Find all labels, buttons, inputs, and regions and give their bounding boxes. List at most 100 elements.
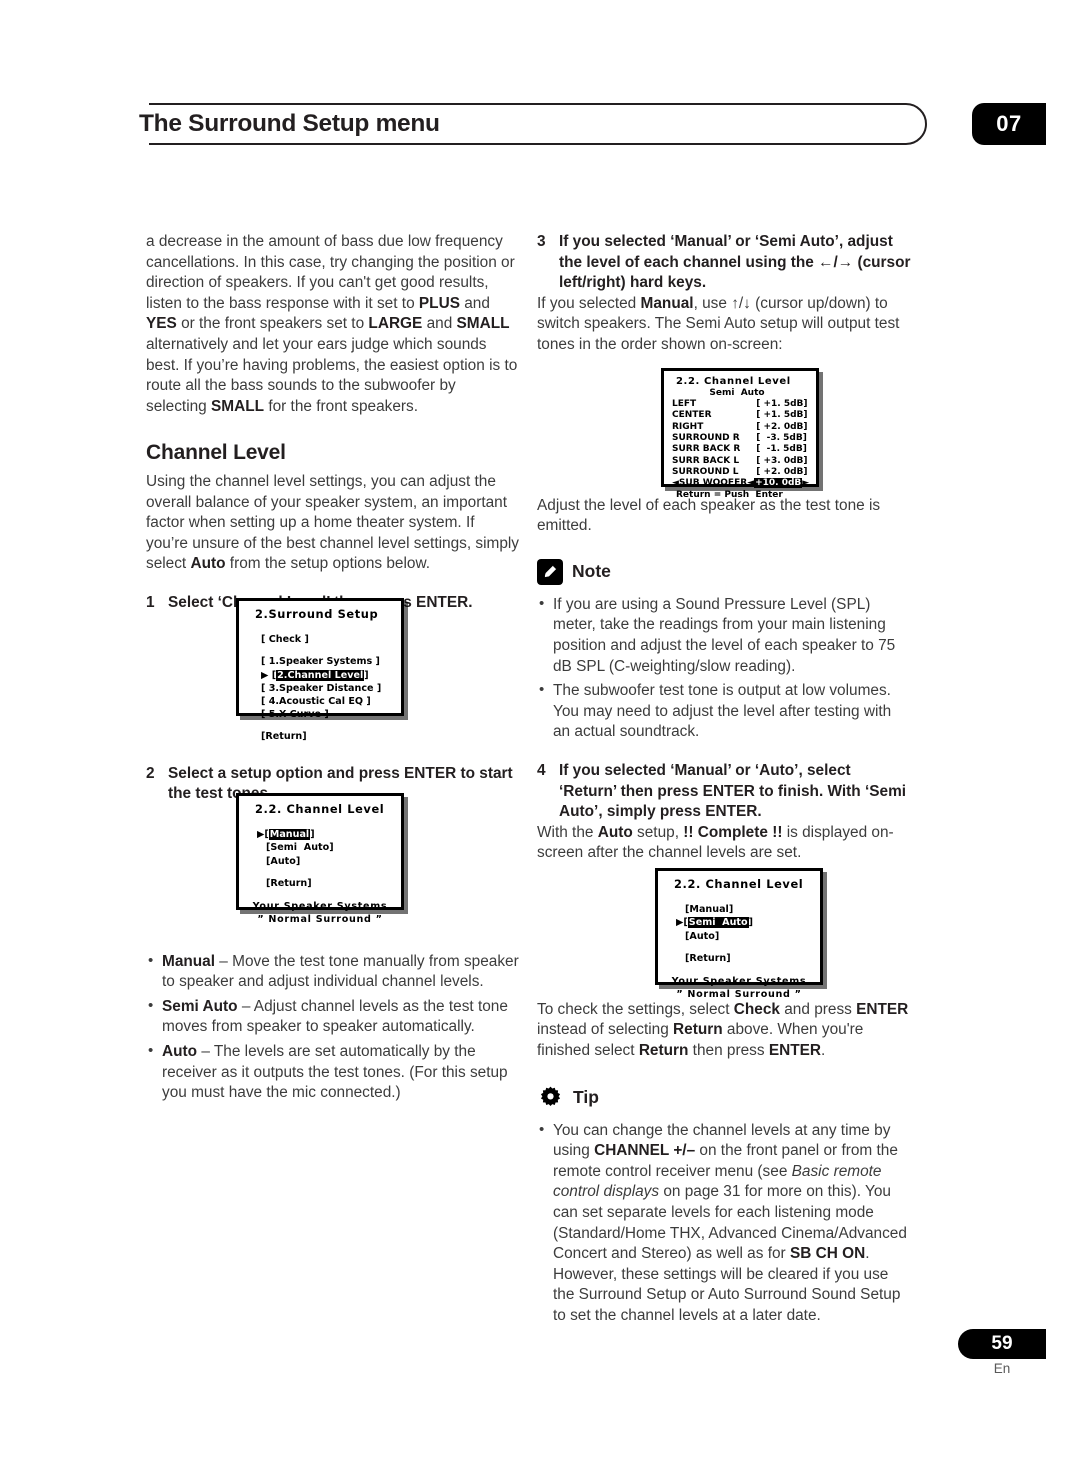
osd-mode-indicator: Semi Auto	[709, 387, 765, 398]
osd-semi-auto-levels-menu: 2.2. Channel Level Semi Auto LEFT [ +1. 5…	[661, 368, 819, 500]
step-3-body: If you selected Manual, use ↑/↓ (cursor …	[537, 294, 900, 353]
step-4: 4 If you selected ‘Manual’ or ‘Auto’, se…	[537, 761, 911, 823]
list-item: The subwoofer test tone is output at low…	[537, 680, 911, 743]
osd-title: 2.2. Channel Level	[255, 802, 385, 816]
table-row[interactable]: SURR BACK L [ +3. 0dB]	[672, 456, 816, 467]
channel-value: [ -3. 5dB]	[756, 433, 807, 444]
osd-channel-level-modes-menu: 2.2. Channel Level ▶[Manual] [Semi Auto]…	[236, 793, 404, 925]
osd-item-return[interactable]: [Return]	[261, 730, 401, 743]
osd-item-speaker-systems[interactable]: [ 1.Speaker Systems ]	[261, 655, 401, 668]
osd-footer-line2: ” Normal Surround ”	[676, 989, 802, 1001]
osd-mode-auto[interactable]: [Auto]	[676, 930, 820, 943]
channel-name: LEFT	[672, 399, 697, 410]
channel-value: [ -1. 5dB]	[756, 444, 807, 455]
osd-item-channel-level-label: 2.Channel Level	[276, 669, 365, 681]
chapter-badge: 07	[972, 103, 1046, 145]
osd-mode-manual-label: Manual	[689, 904, 729, 916]
osd-item-channel-level[interactable]: ▶ [2.Channel Level]	[261, 669, 401, 682]
tip-label: Tip	[573, 1086, 599, 1107]
osd-item-acoustic-cal-eq[interactable]: [ 4.Acoustic Cal EQ ]	[261, 695, 401, 708]
table-row[interactable]: LEFT [ +1. 5dB]	[672, 399, 816, 410]
channel-name: SURR BACK L	[672, 455, 740, 466]
list-item: Semi Auto – Adjust channel levels as the…	[146, 996, 520, 1038]
right-arrow-icon[interactable]: ►	[802, 478, 809, 488]
table-row[interactable]: RIGHT [ +2. 0dB]	[672, 422, 816, 433]
osd-mode-manual[interactable]: [Manual]	[676, 903, 820, 916]
table-row[interactable]: SURROUND L [ +2. 0dB]	[672, 467, 816, 478]
channel-value: [ +2. 0dB]	[756, 421, 808, 432]
osd-mode-auto-label: Auto	[689, 930, 715, 942]
page-number-badge: 59	[958, 1329, 1046, 1359]
header-pill: The Surround Setup menu	[123, 103, 927, 145]
osd-mode-semi-auto-label: Semi Auto	[270, 842, 330, 854]
osd-channel-level-semi-menu: 2.2. Channel Level [Manual] ▶[Semi Auto]…	[655, 868, 823, 1000]
osd-footer-line1: Your Speaker Systems	[671, 976, 807, 988]
channel-level-rows: LEFT [ +1. 5dB] CENTER [ +1. 5dB] RIGHT [ +2.…	[672, 399, 816, 478]
list-item: Auto – The levels are set automatically …	[146, 1041, 520, 1104]
step-3: 3 If you selected ‘Manual’ or ‘Semi Auto…	[537, 232, 911, 294]
channel-value: [ +2. 0dB]	[756, 466, 808, 477]
channel-name: SURR BACK R	[672, 444, 741, 455]
list-item: If you are using a Sound Pressure Level …	[537, 594, 911, 677]
osd-mode-semi-auto[interactable]: [Semi Auto]	[257, 841, 401, 854]
list-item: You can change the channel levels at any…	[537, 1120, 911, 1327]
osd-title: 2.2. Channel Level	[676, 376, 791, 387]
osd-mode-semi-auto-label: Semi Auto	[687, 917, 749, 929]
left-arrow-icon[interactable]: ◄	[672, 478, 679, 488]
osd-subwoofer-label: SUB WOOFER	[678, 478, 748, 489]
osd-mode-auto-label: Auto	[270, 855, 296, 867]
note-bullets: If you are using a Sound Pressure Level …	[537, 594, 911, 743]
osd-mode-manual[interactable]: ▶[Manual]	[257, 828, 401, 841]
osd-subwoofer-row[interactable]: ◄SUB WOOFER◄+10. 0dB►	[672, 478, 816, 490]
osd-mode-manual-label: Manual	[268, 829, 311, 841]
osd-title: 2.Surround Setup	[255, 607, 379, 621]
page-header: The Surround Setup menu	[123, 103, 927, 145]
gear-icon	[537, 1084, 564, 1111]
channel-name: RIGHT	[672, 421, 704, 432]
step-3-text: If you selected ‘Manual’ or ‘Semi Auto’,…	[559, 233, 911, 292]
tip-callout-header: Tip	[537, 1084, 911, 1111]
osd-footer-line1: Your Speaker Systems	[252, 901, 388, 913]
step-1-number: 1	[146, 593, 155, 611]
note-label: Note	[572, 561, 611, 582]
osd-mode-return[interactable]: [Return]	[257, 877, 401, 890]
list-item: Manual – Move the test tone manually fro…	[146, 951, 520, 993]
table-row[interactable]: SURR BACK R [ -1. 5dB]	[672, 444, 816, 455]
section-title-channel-level: Channel Level	[146, 441, 286, 465]
channel-name: SURROUND L	[672, 466, 739, 477]
channel-name: CENTER	[672, 410, 712, 421]
setup-option-bullets: Manual – Move the test tone manually fro…	[146, 951, 520, 1104]
osd-item-x-curve[interactable]: [ 5.X-Curve ]	[261, 708, 401, 721]
osd-footer-line2: ” Normal Surround ”	[257, 914, 383, 926]
step-4-number: 4	[537, 761, 546, 779]
step-3-number: 3	[537, 233, 546, 250]
osd-mode-auto[interactable]: [Auto]	[257, 855, 401, 868]
osd-mode-semi-auto[interactable]: ▶[Semi Auto]	[676, 916, 820, 929]
osd-item-speaker-distance[interactable]: [ 3.Speaker Distance ]	[261, 682, 401, 695]
channel-value: [ +1. 5dB]	[756, 399, 808, 410]
osd-item-check[interactable]: [ Check ]	[261, 633, 401, 646]
page-title: The Surround Setup menu	[139, 110, 440, 137]
page-language: En	[993, 1361, 1011, 1376]
pencil-icon	[537, 558, 563, 585]
osd-surround-setup-menu: 2.Surround Setup [ Check ] [ 1.Speaker S…	[236, 598, 404, 742]
osd-speaker-system-footer: Your Speaker Systems ” Normal Surround ”	[658, 975, 820, 1010]
osd-subwoofer-value: +10. 0dB	[754, 478, 803, 489]
channel-level-table: LEFT [ +1. 5dB] CENTER [ +1. 5dB] RIGHT [ +2.…	[672, 399, 816, 478]
channel-value: [ +1. 5dB]	[756, 410, 808, 421]
table-row[interactable]: SURROUND R [ -3. 5dB]	[672, 433, 816, 444]
step-4-text: If you selected ‘Manual’ or ‘Auto’, sele…	[559, 761, 907, 821]
channel-level-intro: Using the channel level settings, you ca…	[146, 472, 519, 573]
osd-mode-return[interactable]: [Return]	[676, 952, 820, 965]
osd-speaker-system-footer: Your Speaker Systems ” Normal Surround ”	[239, 900, 401, 935]
note-callout-header: Note	[537, 558, 911, 585]
channel-value: [ +3. 0dB]	[756, 455, 808, 466]
intro-paragraph: a decrease in the amount of bass due low…	[146, 233, 518, 415]
step-2-number: 2	[146, 764, 155, 782]
osd-title: 2.2. Channel Level	[674, 877, 804, 891]
table-row[interactable]: CENTER [ +1. 5dB]	[672, 410, 816, 421]
osd-return-hint: Return = Push Enter	[676, 489, 783, 500]
step-4-body: With the Auto setup, !! Complete !! is d…	[537, 823, 894, 862]
channel-name: SURROUND R	[672, 433, 740, 444]
tip-bullets: You can change the channel levels at any…	[537, 1120, 911, 1327]
